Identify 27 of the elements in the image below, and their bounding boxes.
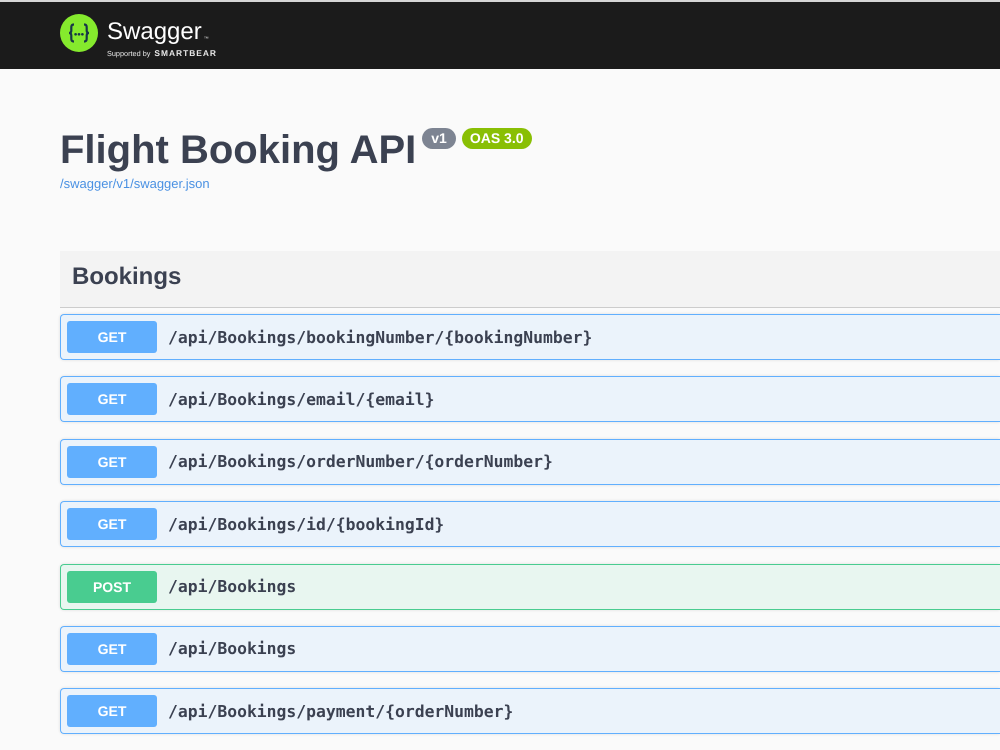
section-header[interactable]: Bookings [60, 251, 1000, 308]
endpoint-path: /api/Bookings [168, 577, 296, 596]
operation-row[interactable]: GET /api/Bookings/orderNumber/{orderNumber} [60, 438, 1000, 485]
operation-row[interactable]: GET /api/Bookings [60, 626, 1000, 672]
spec-version-badge: OAS 3.0 [462, 128, 532, 149]
operation-row[interactable]: GET /api/Bookings/id/{bookingId} [60, 501, 1000, 548]
method-badge: GET [67, 383, 157, 416]
endpoint-path: /api/Bookings [168, 639, 296, 658]
endpoint-path: /api/Bookings/orderNumber/{orderNumber} [168, 452, 553, 472]
method-badge: GET [67, 695, 157, 728]
logo-icon [60, 14, 98, 52]
api-title: Flight Booking API [60, 127, 416, 174]
operation-row[interactable]: GET /api/Bookings/payment/{orderNumber} [60, 688, 1000, 734]
version-badge: v1 [422, 128, 456, 149]
endpoint-path: /api/Bookings/email/{email} [168, 390, 434, 409]
endpoint-path: /api/Bookings/bookingNumber/{bookingNumber} [168, 328, 592, 346]
method-badge: GET [67, 321, 157, 353]
product-name: Swagger [107, 19, 202, 45]
endpoint-path: /api/Bookings/payment/{orderNumber} [168, 702, 514, 721]
method-badge: POST [67, 570, 157, 603]
method-badge: GET [67, 508, 157, 540]
endpoint-path: /api/Bookings/id/{bookingId} [168, 514, 444, 534]
method-badge: GET [67, 446, 157, 478]
operation-row[interactable]: GET /api/Bookings/email/{email} [60, 376, 1000, 422]
sponsor-name: SMARTBEAR [154, 48, 217, 58]
method-badge: GET [67, 632, 157, 665]
operation-row[interactable]: GET /api/Bookings/bookingNumber/{bookingNumber} [60, 314, 1000, 360]
